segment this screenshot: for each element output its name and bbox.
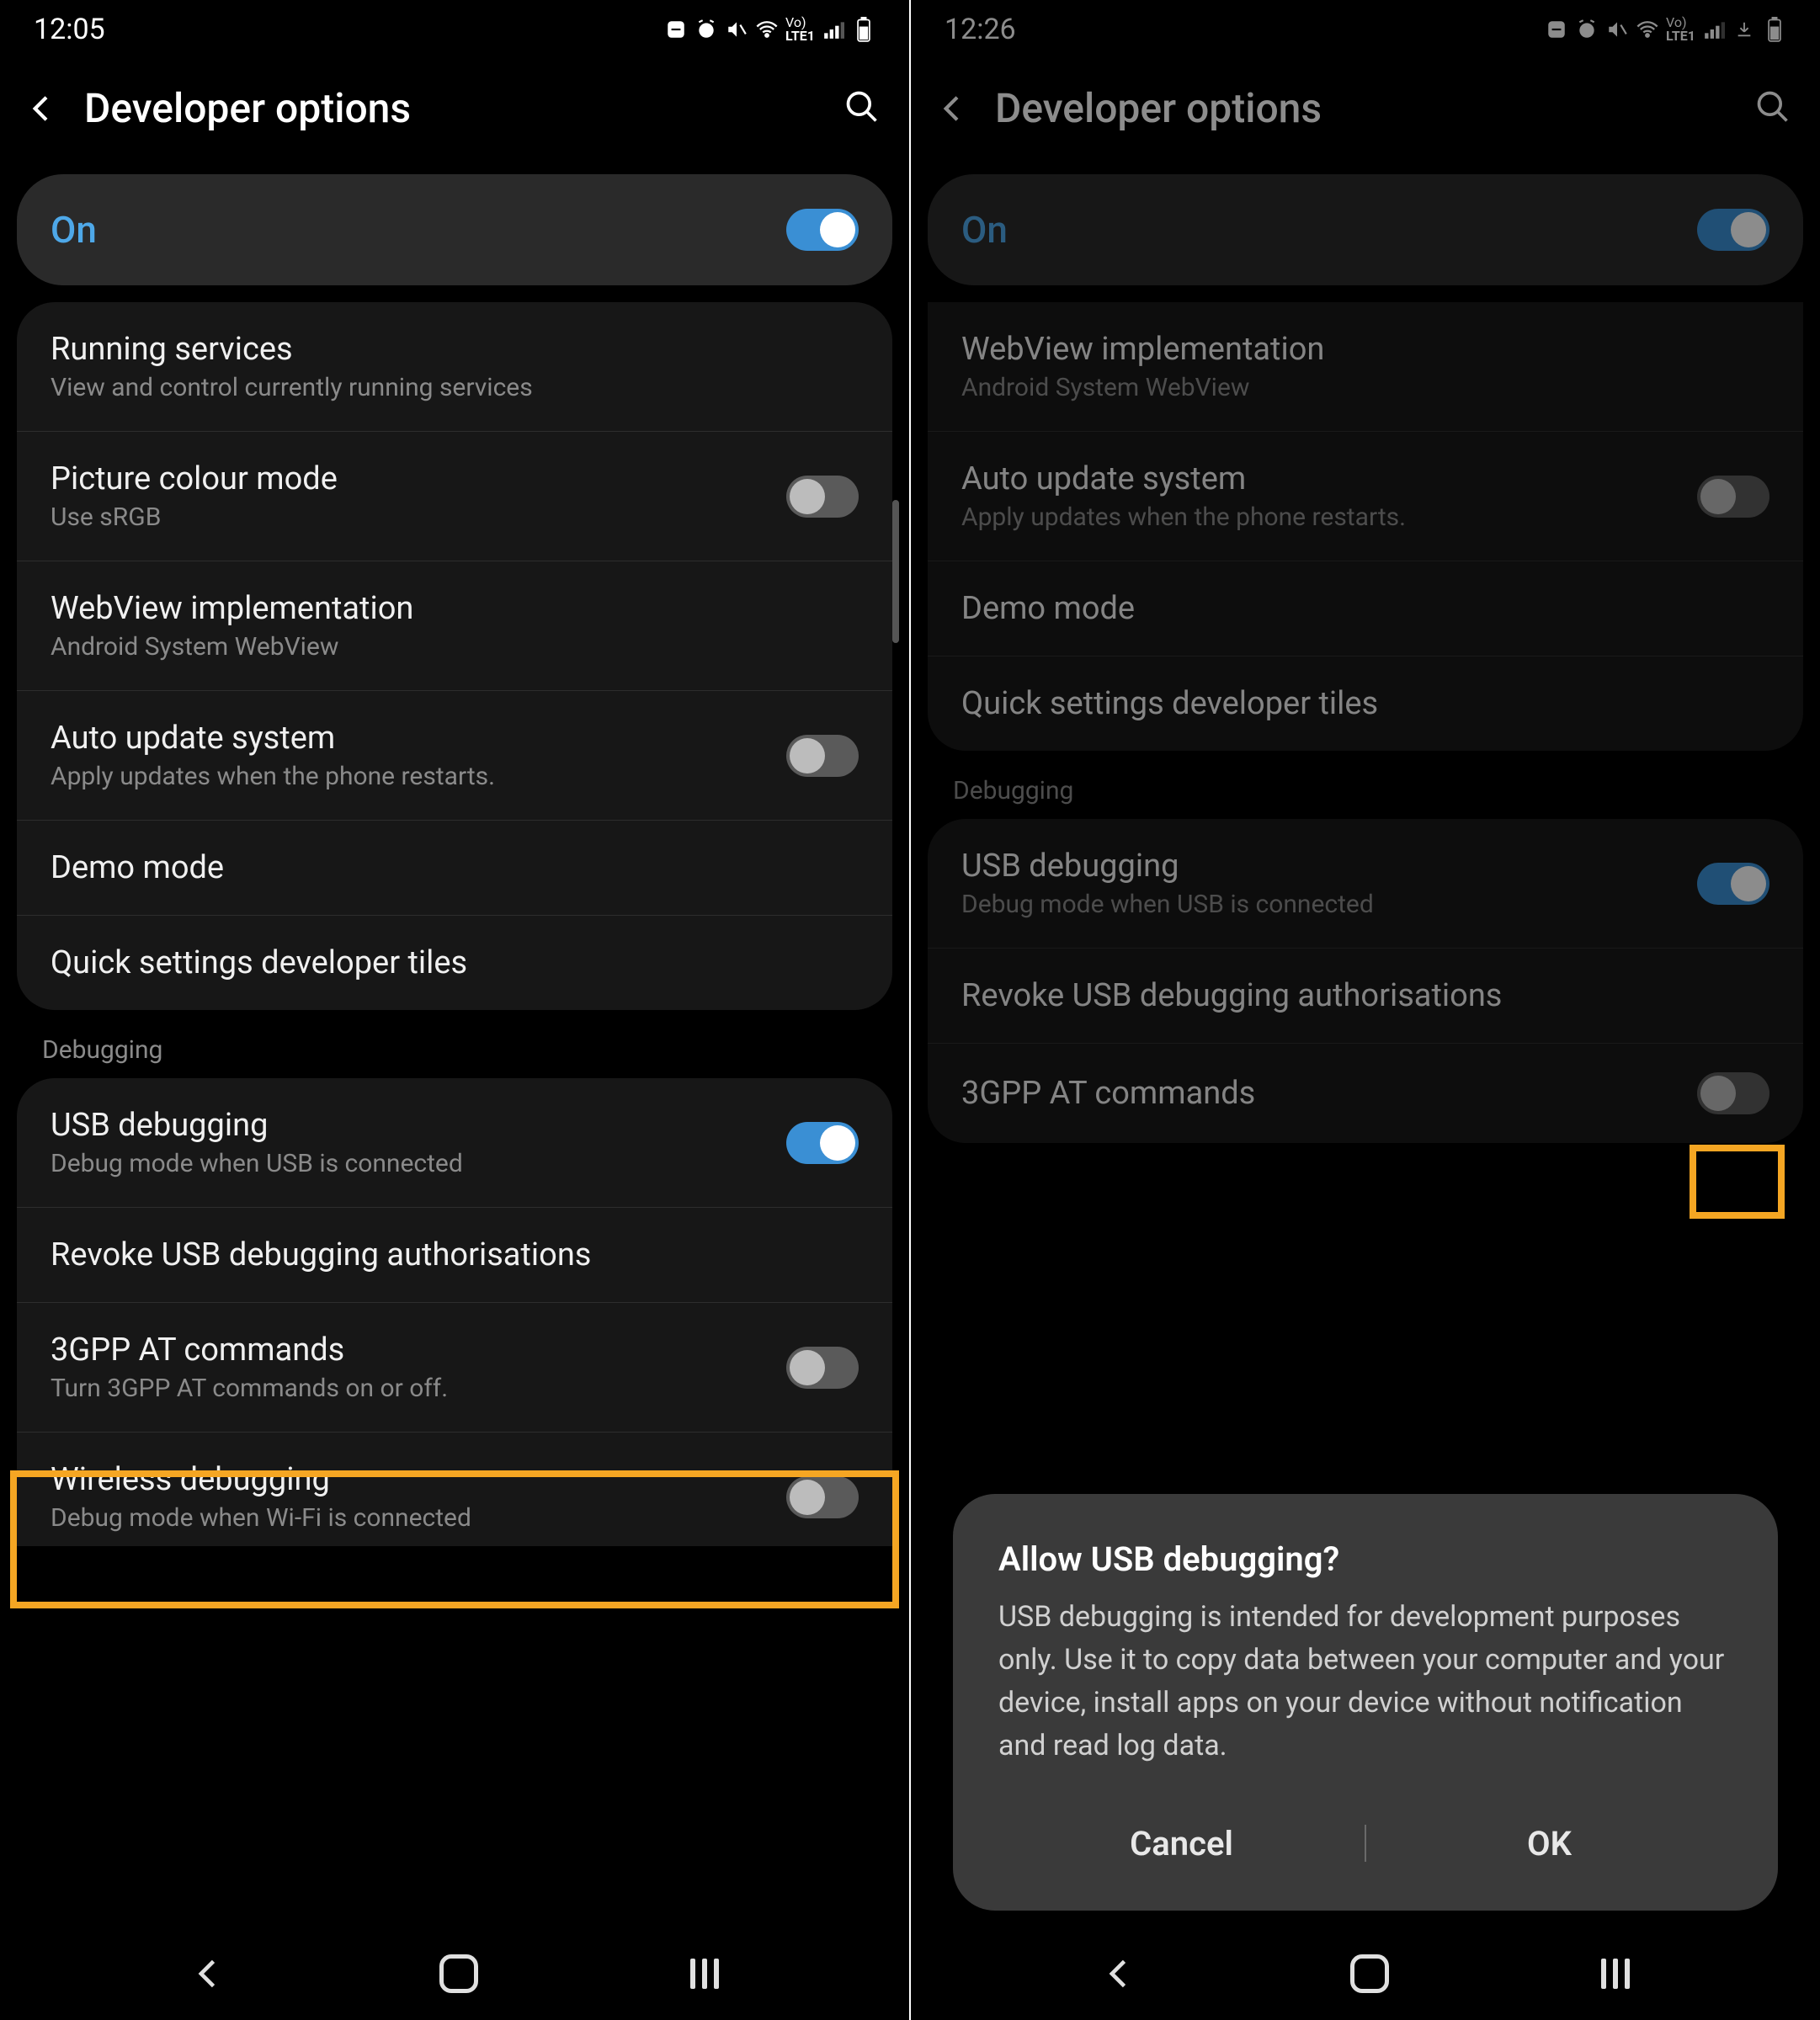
back-button[interactable] [25, 92, 59, 125]
row-title: Auto update system [51, 720, 761, 757]
alarm-icon [694, 18, 718, 41]
row-quick-settings-tiles[interactable]: Quick settings developer tiles [17, 916, 892, 1010]
master-toggle[interactable] [786, 209, 859, 251]
master-toggle-row[interactable]: On [17, 174, 892, 285]
phone-right: 12:26 Vo)LTE1 [911, 0, 1820, 2020]
row-title: Wireless debugging [51, 1461, 761, 1498]
row-sub: Android System WebView [51, 632, 859, 662]
status-bar: 12:05 Vo)LTE1 [0, 0, 909, 59]
row-demo-mode[interactable]: Demo mode [17, 821, 892, 916]
wifi-icon [755, 18, 779, 41]
toggle-usb-debugging[interactable] [786, 1122, 859, 1164]
row-webview[interactable]: WebView implementation Android System We… [17, 561, 892, 691]
row-picture-colour[interactable]: Picture colour mode Use sRGB [17, 432, 892, 561]
row-sub: Apply updates when the phone restarts. [51, 762, 761, 791]
row-revoke-usb[interactable]: Revoke USB debugging authorisations [17, 1208, 892, 1303]
toggle-picture-colour[interactable] [786, 476, 859, 518]
toggle-auto-update[interactable] [786, 735, 859, 777]
row-title: Quick settings developer tiles [51, 944, 859, 981]
status-time: 12:05 [34, 13, 105, 46]
row-sub: Turn 3GPP AT commands on or off. [51, 1374, 761, 1403]
nav-bar [0, 1927, 909, 2020]
row-sub: Use sRGB [51, 502, 761, 532]
dialog-buttons: Cancel OK [998, 1810, 1732, 1877]
dialog-body: USB debugging is intended for developmen… [998, 1596, 1732, 1768]
search-button[interactable] [843, 88, 884, 129]
row-running-services[interactable]: Running services View and control curren… [17, 302, 892, 432]
row-title: WebView implementation [51, 590, 859, 627]
toggle-wireless-debugging[interactable] [786, 1476, 859, 1518]
row-title: Demo mode [51, 849, 859, 886]
row-3gpp[interactable]: 3GPP AT commands Turn 3GPP AT commands o… [17, 1303, 892, 1433]
row-title: Picture colour mode [51, 460, 761, 497]
dialog-cancel-button[interactable]: Cancel [998, 1824, 1365, 1863]
nav-recent[interactable] [690, 1959, 719, 1989]
signal-icon [822, 18, 845, 41]
mute-icon [725, 18, 748, 41]
row-title: Revoke USB debugging authorisations [51, 1236, 859, 1273]
row-wireless-debugging[interactable]: Wireless debugging Debug mode when Wi-Fi… [17, 1433, 892, 1546]
row-sub: Debug mode when Wi-Fi is connected [51, 1503, 761, 1533]
row-sub: View and control currently running servi… [51, 373, 859, 402]
status-icons: Vo)LTE1 [664, 16, 875, 43]
dialog-usb-debugging: Allow USB debugging? USB debugging is in… [953, 1494, 1778, 1911]
dialog-overlay: Allow USB debugging? USB debugging is in… [911, 0, 1820, 2020]
dialog-title: Allow USB debugging? [998, 1539, 1732, 1579]
volte-icon: Vo)LTE1 [785, 16, 815, 43]
settings-card: Running services View and control curren… [17, 302, 892, 1010]
row-sub: Debug mode when USB is connected [51, 1149, 761, 1178]
row-auto-update[interactable]: Auto update system Apply updates when th… [17, 691, 892, 821]
row-usb-debugging[interactable]: USB debugging Debug mode when USB is con… [17, 1078, 892, 1208]
master-toggle-label: On [51, 208, 97, 252]
header: Developer options [0, 59, 909, 174]
settings-list: Running services View and control curren… [0, 302, 909, 1546]
dialog-ok-button[interactable]: OK [1366, 1824, 1732, 1863]
dnd-icon [664, 18, 688, 41]
page-title: Developer options [84, 84, 818, 132]
row-title: 3GPP AT commands [51, 1332, 761, 1369]
battery-icon [852, 18, 875, 41]
debugging-card: USB debugging Debug mode when USB is con… [17, 1078, 892, 1546]
row-title: USB debugging [51, 1107, 761, 1144]
toggle-3gpp[interactable] [786, 1347, 859, 1389]
nav-home[interactable] [439, 1954, 478, 1993]
section-debugging: Debugging [0, 1010, 909, 1078]
nav-back[interactable] [190, 1955, 227, 1992]
row-title: Running services [51, 331, 859, 368]
scrollbar[interactable] [892, 500, 899, 643]
phone-left: 12:05 Vo)LTE1 Deve [0, 0, 909, 2020]
